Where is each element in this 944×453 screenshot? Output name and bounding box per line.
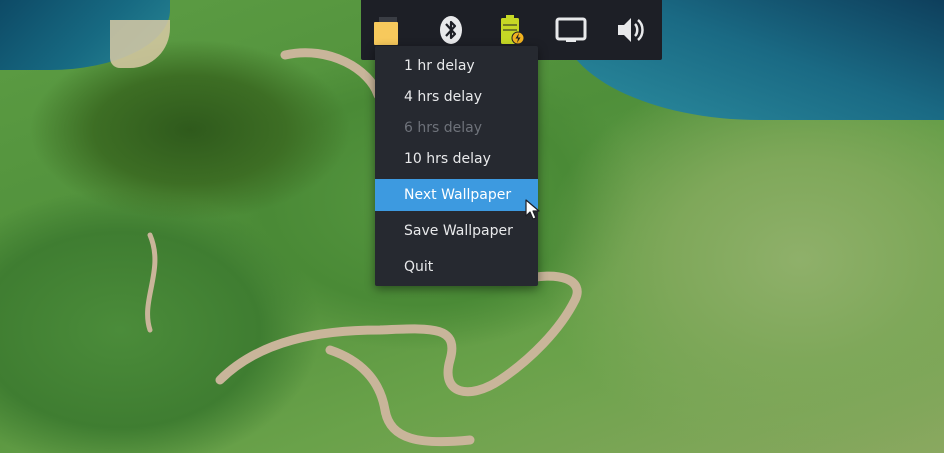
wallpaper-app-icon[interactable] xyxy=(371,14,403,46)
wallpaper-context-menu: 1 hr delay 4 hrs delay 6 hrs delay 10 hr… xyxy=(375,46,538,286)
bluetooth-icon[interactable] xyxy=(435,14,467,46)
menu-item-4hrs-delay[interactable]: 4 hrs delay xyxy=(375,83,538,111)
mouse-pointer-icon xyxy=(525,199,540,220)
menu-item-1hr-delay[interactable]: 1 hr delay xyxy=(375,52,538,80)
menu-item-next-wallpaper[interactable]: Next Wallpaper xyxy=(375,179,538,211)
volume-icon[interactable] xyxy=(615,14,647,46)
menu-item-save-wallpaper[interactable]: Save Wallpaper xyxy=(375,217,538,245)
menu-item-10hrs-delay[interactable]: 10 hrs delay xyxy=(375,145,538,173)
battery-charging-icon[interactable] xyxy=(495,14,527,46)
menu-item-6hrs-delay: 6 hrs delay xyxy=(404,120,482,136)
menu-item-quit[interactable]: Quit xyxy=(375,253,538,281)
display-icon[interactable] xyxy=(555,14,587,46)
